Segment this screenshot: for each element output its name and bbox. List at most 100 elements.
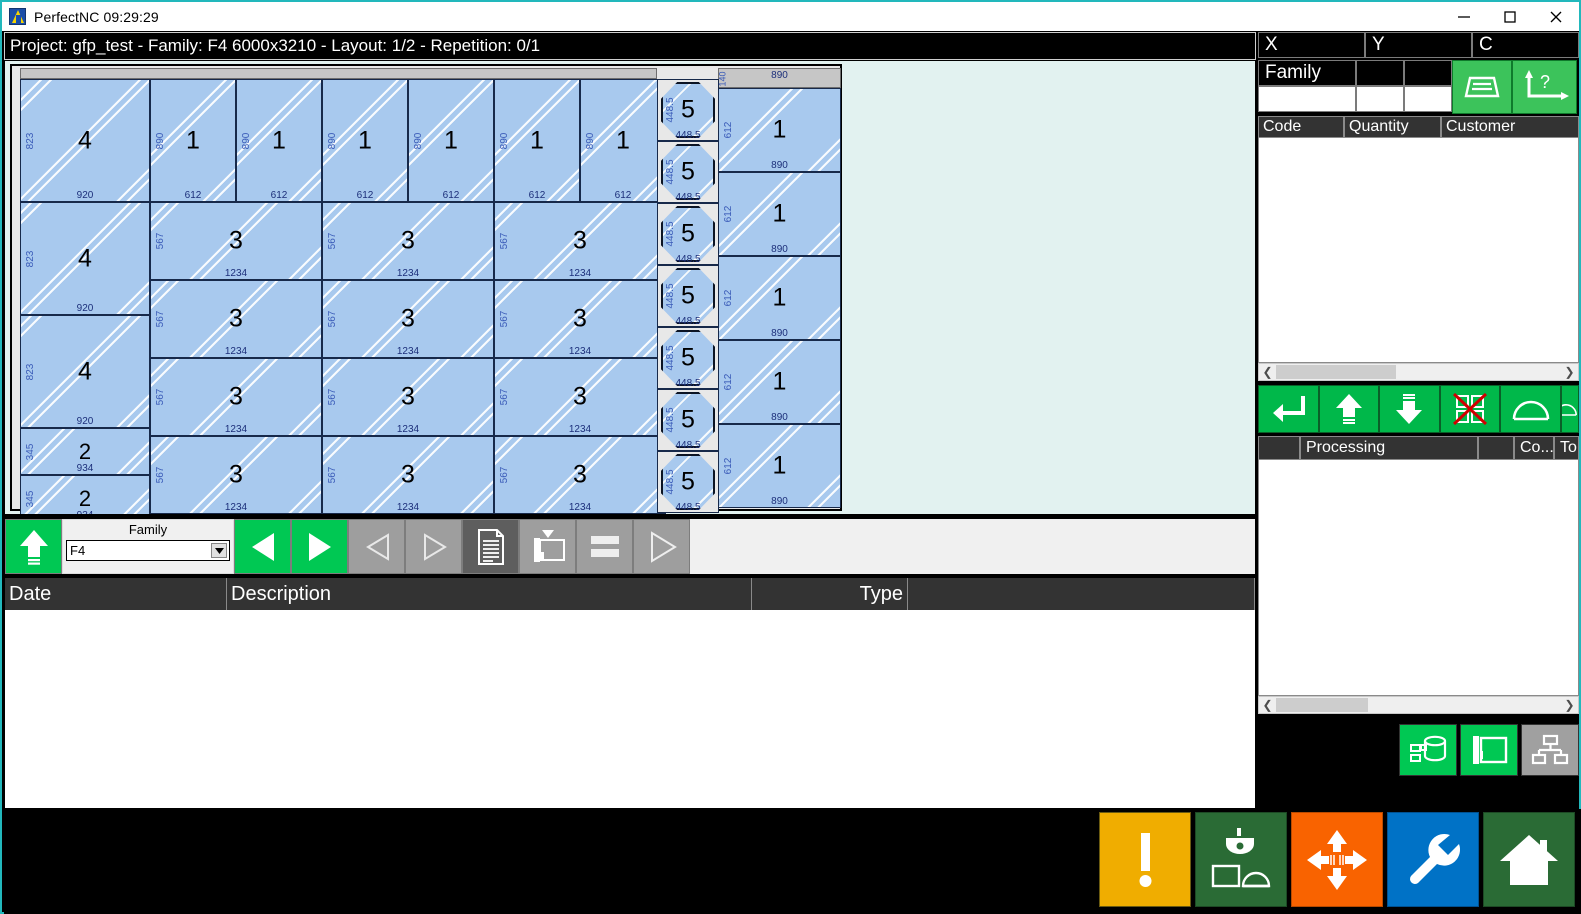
chevron-down-icon[interactable]	[211, 543, 227, 558]
chevron-left-icon[interactable]: ❮	[1259, 365, 1276, 379]
octagon-cell[interactable]: 5 448.5 448.5	[657, 79, 719, 141]
column-header-proc-blank[interactable]	[1258, 436, 1300, 460]
move-up-button[interactable]	[1318, 385, 1380, 433]
enter-return-button[interactable]	[1258, 385, 1319, 433]
toolbar-prev-button[interactable]	[234, 519, 291, 574]
events-table-body[interactable]	[5, 610, 1255, 808]
machine-button[interactable]	[1460, 724, 1518, 776]
code-table-body[interactable]	[1258, 138, 1579, 363]
column-header-description[interactable]: Description	[227, 578, 752, 610]
panel-cell[interactable]: 4 920 823	[20, 202, 150, 315]
panel-cell[interactable]: 1 612 890	[150, 79, 236, 202]
panel-cell[interactable]: 1 890 612	[718, 340, 841, 424]
column-header-proc-blank2[interactable]	[1478, 436, 1514, 460]
panel-cell[interactable]: 1 612 890	[236, 79, 322, 202]
scroll-track[interactable]	[1368, 698, 1561, 712]
layout-canvas[interactable]: 890 140 49208234920823492082329343452934…	[4, 60, 1256, 515]
column-header-date[interactable]: Date	[5, 578, 227, 610]
maximize-icon[interactable]	[1487, 2, 1533, 31]
panel-cell[interactable]: 1 612 890	[408, 79, 494, 202]
column-header-code[interactable]: Code	[1258, 116, 1344, 138]
panel-cell[interactable]: 3 1234 567	[494, 436, 666, 514]
panel-cell[interactable]: 3 1234 567	[150, 358, 322, 436]
alarm-button[interactable]	[1099, 812, 1191, 907]
delete-grid-button[interactable]	[1439, 385, 1501, 433]
bottom-action-bar	[1095, 812, 1575, 910]
scroll-track[interactable]	[1396, 365, 1561, 379]
toolbar-next-button[interactable]	[291, 519, 348, 574]
octagon-cell[interactable]: 5 448.5 448.5	[657, 389, 719, 451]
column-header-processing[interactable]: Processing	[1300, 436, 1478, 460]
close-icon[interactable]	[1533, 2, 1579, 31]
panel-number: 3	[401, 382, 415, 411]
manual-move-button[interactable]	[1291, 812, 1383, 907]
panel-cell[interactable]: 3 1234 567	[150, 436, 322, 514]
toolbar-report-button[interactable]	[462, 519, 519, 574]
panel-cell[interactable]: 1 612 890	[580, 79, 666, 202]
panel-cell[interactable]: 3 1234 567	[150, 280, 322, 358]
processing-table-hscrollbar[interactable]: ❮ ❯	[1258, 696, 1579, 714]
processing-table-body[interactable]	[1258, 460, 1579, 696]
chevron-left-icon[interactable]: ❮	[1259, 698, 1276, 712]
chevron-right-icon[interactable]: ❯	[1561, 365, 1578, 379]
panel-cell[interactable]: 1 612 890	[322, 79, 408, 202]
panel-cell[interactable]: 1 890 612	[718, 256, 841, 340]
home-button[interactable]	[1483, 812, 1575, 907]
panel-cell[interactable]: 3 1234 567	[322, 202, 494, 280]
column-header-code-short[interactable]: Co...	[1514, 436, 1554, 460]
tooling-button[interactable]	[1195, 812, 1287, 907]
panel-cell[interactable]: 3 1234 567	[322, 280, 494, 358]
toolbar-play-button[interactable]	[633, 519, 690, 574]
chevron-right-icon[interactable]: ❯	[1561, 698, 1578, 712]
column-header-total-short[interactable]: To	[1554, 436, 1579, 460]
panel-cell[interactable]: 1 890 612	[718, 172, 841, 256]
minimize-icon[interactable]	[1441, 2, 1487, 31]
panel-cell[interactable]: 3 1234 567	[494, 202, 666, 280]
toolbar-panel-button[interactable]	[519, 519, 576, 574]
origin-help-button[interactable]: ?	[1512, 60, 1577, 114]
panel-cell[interactable]: 3 1234 567	[494, 358, 666, 436]
panel-number: 2	[78, 438, 92, 464]
octagon-cell[interactable]: 5 448.5 448.5	[657, 451, 719, 513]
panel-cell[interactable]: 3 1234 567	[322, 358, 494, 436]
octagon-cell[interactable]: 5 448.5 448.5	[657, 265, 719, 327]
panel-cell[interactable]: 2934 345	[20, 475, 150, 514]
column-header-blank[interactable]	[908, 578, 1255, 610]
panel-cell[interactable]: 1 612 890	[494, 79, 580, 202]
octagon-cell[interactable]: 5 448.5 448.5	[657, 203, 719, 265]
panel-cell[interactable]: 4 920 823	[20, 315, 150, 428]
move-down-button[interactable]	[1379, 385, 1440, 433]
arc-shape-button-2[interactable]	[1560, 385, 1579, 433]
database-button[interactable]	[1399, 724, 1457, 776]
column-header-type[interactable]: Type	[752, 578, 908, 610]
scroll-thumb[interactable]	[1276, 365, 1396, 379]
family-select[interactable]: F4	[66, 540, 230, 561]
axis-input-2[interactable]	[1404, 86, 1452, 112]
panel-width-label: 920	[76, 190, 94, 201]
panel-cell[interactable]: 2934 345	[20, 428, 150, 475]
events-table[interactable]: Date Description Type	[4, 577, 1256, 809]
panel-height-label: 345	[24, 490, 36, 507]
panel-cell[interactable]: 3 1234 567	[494, 280, 666, 358]
octagon-cell[interactable]: 5 448.5 448.5	[657, 327, 719, 389]
family-input-field[interactable]	[1258, 86, 1356, 112]
save-drawer-button[interactable]	[1452, 60, 1512, 114]
panel-cell[interactable]: 3 1234 567	[322, 436, 494, 514]
arc-shape-button[interactable]	[1500, 385, 1561, 433]
panel-cell[interactable]: 1 890 612	[718, 88, 841, 172]
column-header-customer[interactable]: Customer	[1441, 116, 1579, 138]
toolbar-up-button[interactable]	[5, 519, 62, 574]
code-table-hscrollbar[interactable]: ❮ ❯	[1258, 363, 1579, 381]
panel-cell[interactable]: 4 920 823	[20, 79, 150, 202]
panel-cell[interactable]: 1 890 612	[718, 424, 841, 508]
panel-cell[interactable]: 3 1234 567	[150, 202, 322, 280]
settings-button[interactable]	[1387, 812, 1479, 907]
network-button[interactable]	[1521, 724, 1579, 776]
toolbar-last-button[interactable]	[405, 519, 462, 574]
toolbar-list-button[interactable]	[576, 519, 633, 574]
column-header-quantity[interactable]: Quantity	[1344, 116, 1441, 138]
toolbar-first-button[interactable]	[348, 519, 405, 574]
scroll-thumb[interactable]	[1276, 698, 1368, 712]
octagon-cell[interactable]: 5 448.5 448.5	[657, 141, 719, 203]
axis-input-1[interactable]	[1356, 86, 1404, 112]
